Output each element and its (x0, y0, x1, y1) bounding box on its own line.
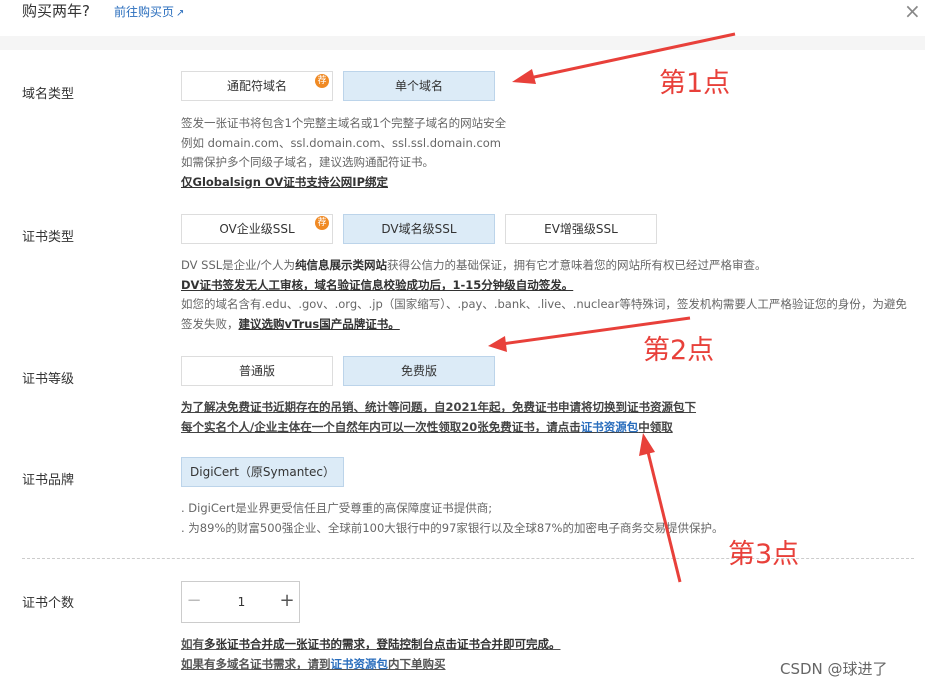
annotation-step-3: 第3点 (728, 539, 800, 570)
watermark: CSDN @球进了 (780, 660, 888, 678)
annotation-arrows (488, 32, 736, 583)
annotation-step-1: 第1点 (659, 68, 731, 99)
arrow-3 (639, 433, 682, 583)
annotation-step-2: 第2点 (643, 335, 715, 366)
